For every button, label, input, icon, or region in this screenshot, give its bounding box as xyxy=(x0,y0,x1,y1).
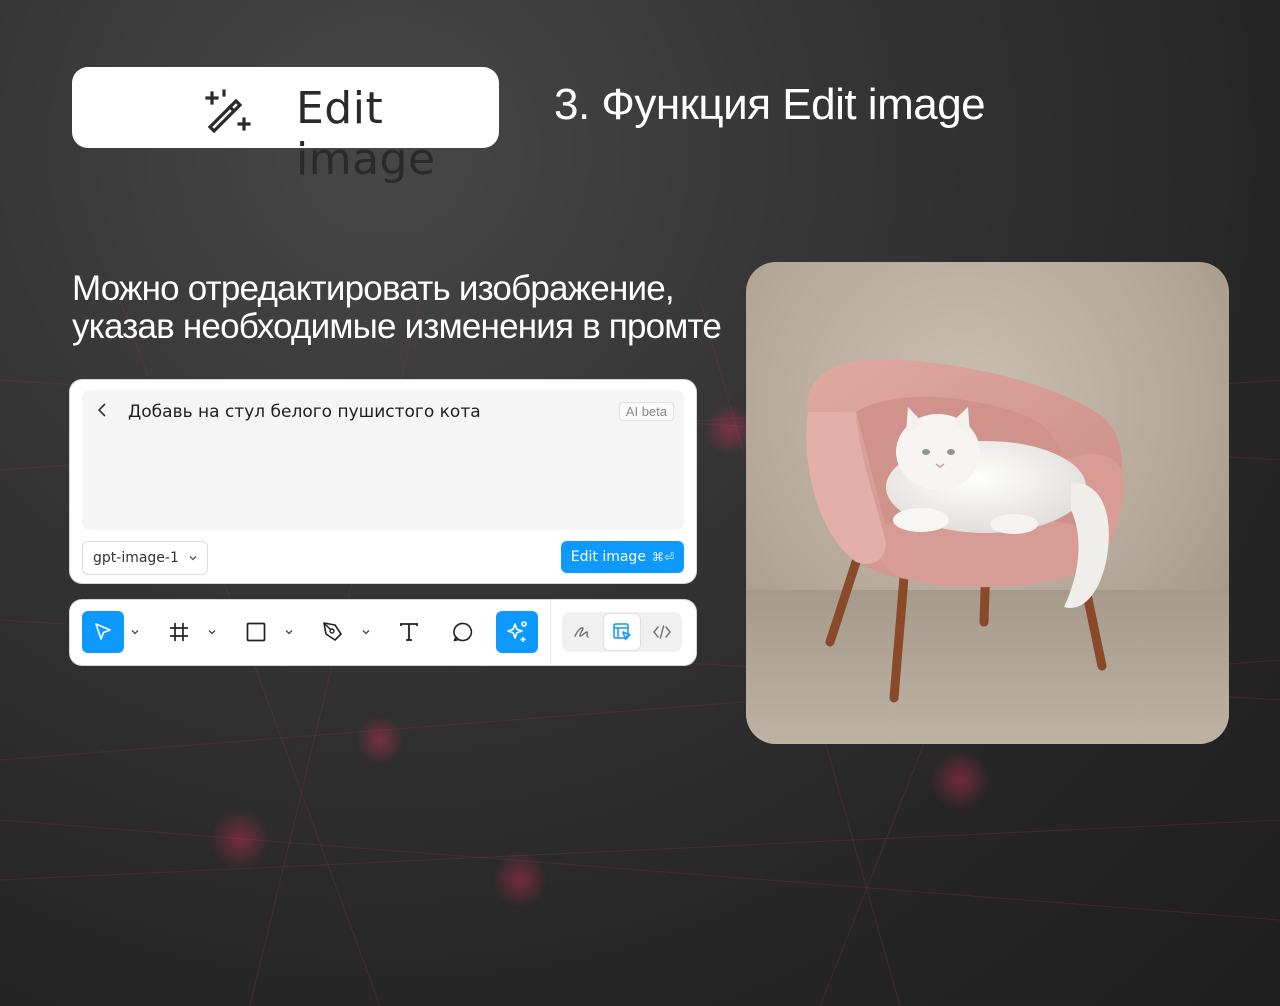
draw-icon xyxy=(574,627,589,638)
model-select[interactable]: gpt-image-1 xyxy=(82,541,208,575)
model-select-value: gpt-image-1 xyxy=(93,550,179,566)
ai-actions-icon xyxy=(507,621,527,642)
pen-icon xyxy=(323,622,342,641)
draw-mode-button[interactable] xyxy=(564,614,600,650)
description: Можно отредактировать изображение, указа… xyxy=(72,270,722,346)
edit-image-button-label: Edit image xyxy=(570,549,646,565)
text-icon xyxy=(400,623,418,641)
comment-tool[interactable] xyxy=(442,611,484,653)
design-mode-button[interactable] xyxy=(604,614,640,650)
mode-switcher xyxy=(562,612,682,652)
frame-tool-chevron-icon[interactable] xyxy=(208,629,216,635)
move-tool[interactable] xyxy=(82,611,124,653)
magic-wand-icon xyxy=(205,89,251,134)
description-line-1: Можно отредактировать изображение, xyxy=(72,269,675,308)
edit-image-badge: Edit image xyxy=(72,67,499,185)
page-title: 3. Функция Edit image xyxy=(554,80,986,129)
prompt-text[interactable]: Добавь на стул белого пушистого кота xyxy=(128,402,481,422)
frame-tool[interactable] xyxy=(158,611,200,653)
frame-icon xyxy=(170,623,188,641)
design-icon xyxy=(613,623,631,641)
move-tool-chevron-icon[interactable] xyxy=(131,629,139,635)
rectangle-tool[interactable] xyxy=(235,611,277,653)
rectangle-icon xyxy=(246,622,266,642)
edit-image-shortcut: ⌘⏎ xyxy=(651,550,674,564)
rectangle-tool-chevron-icon[interactable] xyxy=(285,629,293,635)
ai-beta-badge: AI beta xyxy=(618,402,674,421)
description-line-2: указав необходимые изменения в промте xyxy=(72,307,722,346)
edited-image-preview xyxy=(746,262,1229,744)
chevron-down-icon xyxy=(189,556,197,561)
back-chevron-icon[interactable] xyxy=(96,402,108,418)
toolbar-separator xyxy=(550,600,551,665)
dev-mode-button[interactable] xyxy=(644,614,680,650)
dev-mode-icon xyxy=(653,625,671,639)
badge-label: Edit image xyxy=(296,83,436,185)
design-toolbar xyxy=(70,600,696,665)
pen-tool[interactable] xyxy=(312,611,354,653)
edit-image-button[interactable]: Edit image ⌘⏎ xyxy=(560,541,684,573)
text-tool[interactable] xyxy=(388,611,430,653)
ai-actions-tool[interactable] xyxy=(496,611,538,653)
comment-icon xyxy=(453,622,473,642)
move-icon xyxy=(95,623,111,640)
prompt-panel: Добавь на стул белого пушистого кота AI … xyxy=(70,380,696,583)
pen-tool-chevron-icon[interactable] xyxy=(362,629,370,635)
